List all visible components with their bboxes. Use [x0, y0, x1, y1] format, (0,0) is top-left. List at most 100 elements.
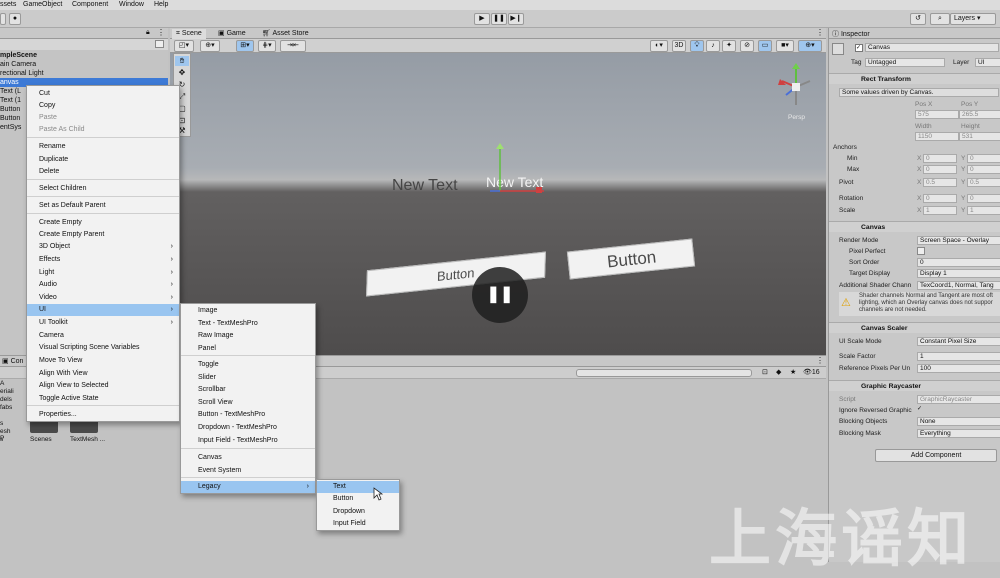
add-component-button[interactable]: Add Component [875, 449, 997, 462]
shading-mode-dropdown[interactable]: ◐▾ [650, 40, 668, 52]
project-tree-item[interactable]: s [0, 420, 3, 427]
more-icon[interactable]: ⋮ [816, 28, 824, 37]
blocking-mask-dropdown[interactable]: Everything [917, 429, 1000, 438]
context-menu-item-select-children[interactable]: Select Children [27, 183, 179, 195]
graphic-raycaster-header[interactable]: Graphic Raycaster [829, 380, 1000, 391]
ui-submenu-item-raw-image[interactable]: Raw Image [181, 330, 315, 342]
lock-icon[interactable]: 🔒︎ [146, 29, 150, 37]
script-field[interactable]: GraphicRaycaster [917, 395, 1000, 404]
ui-submenu-item-image[interactable]: Image [181, 305, 315, 317]
ui-scale-mode-dropdown[interactable]: Constant Pixel Size [917, 337, 1000, 346]
min-y-field[interactable]: 0 [967, 154, 1000, 163]
tab-scene[interactable]: ⌗ Scene [172, 29, 206, 39]
gizmo-search-dropdown[interactable]: ⊕▾ [798, 40, 822, 52]
project-tree-item[interactable]: dels [0, 396, 12, 403]
pivot-y-field[interactable]: 0.5 [967, 178, 1000, 187]
project-tree-item[interactable]: A [0, 380, 4, 387]
tool-handle-dropdown[interactable]: ◰▾ [174, 40, 194, 52]
menu-window[interactable]: Window [119, 1, 144, 8]
ui-submenu-item-dropdown-textmeshpro[interactable]: Dropdown - TextMeshPro [181, 422, 315, 434]
ui-submenu-item-canvas[interactable]: Canvas [181, 452, 315, 464]
pause-overlay-icon[interactable]: ❚❚ [472, 267, 528, 323]
ui-submenu-item-slider[interactable]: Slider [181, 372, 315, 384]
context-menu-item-3d-object[interactable]: 3D Object › [27, 241, 179, 253]
play-button[interactable]: ▶ [474, 13, 490, 25]
ui-submenu-item-event-system[interactable]: Event System [181, 465, 315, 477]
step-button[interactable]: ▶❙ [508, 13, 524, 25]
project-tree-item[interactable]: fabs [0, 404, 12, 411]
menu-help[interactable]: Help [154, 1, 168, 8]
hierarchy-row[interactable]: rectional Light [0, 69, 168, 78]
context-menu-item-camera[interactable]: Camera [27, 330, 179, 342]
pivot-x-field[interactable]: 0.5 [923, 178, 957, 187]
scale-x-field[interactable]: 1 [923, 206, 957, 215]
filter-label-icon[interactable]: ◆ [776, 368, 781, 376]
legacy-submenu-item-dropdown[interactable]: Dropdown [317, 506, 399, 518]
shader-channels-dropdown[interactable]: TexCoord1, Normal, Tang [917, 281, 1000, 290]
more-icon[interactable]: ⋮ [157, 28, 165, 37]
context-menu-item-toggle-active-state[interactable]: Toggle Active State [27, 393, 179, 405]
ui-submenu-item-scroll-view[interactable]: Scroll View [181, 397, 315, 409]
context-menu-item-rename[interactable]: Rename [27, 141, 179, 153]
pixel-perfect-checkbox[interactable] [917, 247, 925, 255]
more-icon[interactable]: ⋮ [816, 356, 824, 365]
context-menu-item-light[interactable]: Light › [27, 267, 179, 279]
tab-inspector[interactable]: ⓘ Inspector [832, 29, 870, 39]
hidden-count[interactable]: 👁︎16 [803, 368, 820, 376]
folder-textmesh-label[interactable]: TextMesh ... [70, 436, 105, 443]
ui-submenu-item-input-field-textmeshpro[interactable]: Input Field - TextMeshPro [181, 435, 315, 447]
folder-scenes-label[interactable]: Scenes [30, 436, 52, 443]
hierarchy-search[interactable] [0, 39, 168, 50]
context-menu-item-copy[interactable]: Copy [27, 100, 179, 112]
ui-submenu-item-scrollbar[interactable]: Scrollbar [181, 384, 315, 396]
context-menu-item-duplicate[interactable]: Duplicate [27, 154, 179, 166]
hand-tool-icon[interactable]: ✋︎ [175, 56, 189, 66]
move-tool-icon[interactable]: ✥ [175, 68, 189, 78]
ignore-reversed-checkbox[interactable]: ✓ [917, 406, 925, 414]
ui-submenu-item-button-textmeshpro[interactable]: Button - TextMeshPro [181, 409, 315, 421]
layers-dropdown[interactable]: Layers ▾ [950, 13, 996, 25]
context-menu-item-effects[interactable]: Effects › [27, 254, 179, 266]
context-menu-item-video[interactable]: Video › [27, 292, 179, 304]
scene-text-left[interactable]: New Text [392, 177, 458, 195]
context-menu-item-ui-toolkit[interactable]: UI Toolkit › [27, 317, 179, 329]
render-mode-dropdown[interactable]: Screen Space - Overlay [917, 236, 1000, 245]
pause-button[interactable]: ❚❚ [491, 13, 507, 25]
context-menu-item-visual-scripting-scene-variables[interactable]: Visual Scripting Scene Variables [27, 342, 179, 354]
project-tree-item[interactable]: eriali [0, 388, 14, 395]
min-x-field[interactable]: 0 [923, 154, 957, 163]
width-field[interactable]: 1150 [915, 132, 959, 141]
layer-dropdown[interactable]: UI [975, 58, 1000, 67]
toggle-2d-button[interactable]: 3D [672, 40, 686, 52]
account-button[interactable] [0, 13, 6, 25]
project-tree-item[interactable]: s [0, 436, 3, 443]
context-menu-item-align-with-view[interactable]: Align With View [27, 368, 179, 380]
height-field[interactable]: 531 [959, 132, 1000, 141]
tool-increment[interactable]: ⇥⇤ [280, 40, 306, 52]
max-y-field[interactable]: 0 [967, 165, 1000, 174]
context-menu-item-create-empty-parent[interactable]: Create Empty Parent [27, 229, 179, 241]
ui-submenu-item-text-textmeshpro[interactable]: Text - TextMeshPro [181, 318, 315, 330]
context-menu-item-set-as-default-parent[interactable]: Set as Default Parent [27, 200, 179, 212]
legacy-submenu-item-input-field[interactable]: Input Field [317, 518, 399, 530]
context-menu-item-move-to-view[interactable]: Move To View [27, 355, 179, 367]
canvas-scaler-header[interactable]: Canvas Scaler [829, 322, 1000, 333]
hierarchy-row[interactable]: ain Camera [0, 60, 168, 69]
scale-factor-field[interactable]: 1 [917, 352, 1000, 361]
object-name-field[interactable]: Canvas [865, 43, 999, 52]
ui-submenu-item-panel[interactable]: Panel [181, 343, 315, 355]
scale-y-field[interactable]: 1 [967, 206, 1000, 215]
ref-ppu-field[interactable]: 100 [917, 364, 1000, 373]
lighting-toggle[interactable]: 💡︎ [690, 40, 704, 52]
tab-project[interactable]: ▣ Con [2, 357, 23, 365]
blocking-objects-dropdown[interactable]: None [917, 417, 1000, 426]
cloud-icon[interactable]: ● [9, 13, 21, 25]
hierarchy-scene-row[interactable]: mpleScene [0, 51, 168, 60]
move-handle-gizmo[interactable] [490, 141, 550, 201]
context-menu-item-create-empty[interactable]: Create Empty [27, 217, 179, 229]
context-menu-item-properties[interactable]: Properties... [27, 409, 179, 421]
legacy-submenu-item-text[interactable]: Text [317, 481, 399, 493]
sort-order-field[interactable]: 0 [917, 258, 1000, 267]
ui-submenu-item-legacy[interactable]: Legacy › [181, 481, 315, 493]
ui-submenu-item-toggle[interactable]: Toggle [181, 359, 315, 371]
